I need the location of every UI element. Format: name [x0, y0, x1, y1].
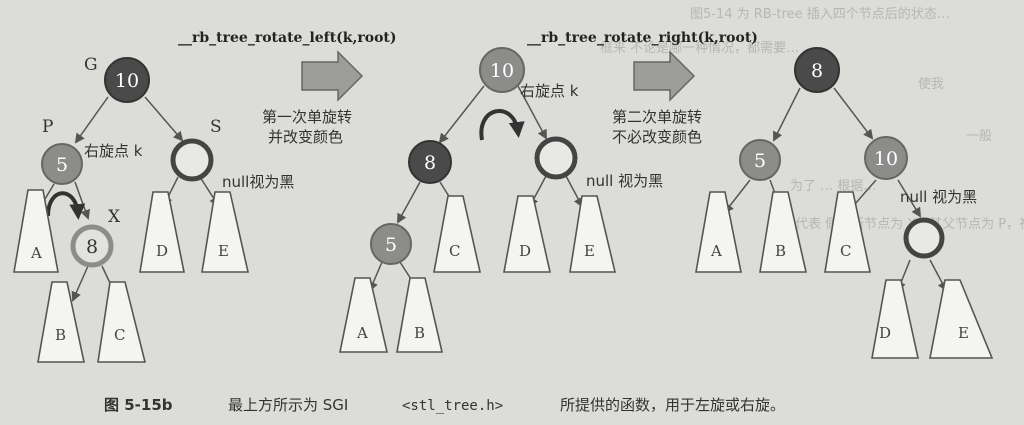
- subtree-c: [824, 191, 871, 273]
- function-rotate-right: __rb_tree_rotate_right(k,root): [527, 30, 758, 46]
- node-8-value: 8: [424, 152, 436, 174]
- diagram-2: A B C D E 10 8 5 右旋点 k null 视为黑: [339, 47, 663, 353]
- subtree-label: E: [218, 242, 229, 260]
- null-label: null 视为黑: [900, 188, 977, 206]
- node-null: [903, 217, 945, 259]
- subtree-d: [139, 191, 185, 273]
- subtree-label: E: [584, 242, 595, 260]
- subtree-label: E: [958, 324, 969, 342]
- subtree-label: C: [449, 242, 460, 260]
- subtree-label: A: [710, 242, 722, 260]
- node-g-value: 10: [115, 70, 139, 92]
- subtree-label: A: [356, 324, 368, 342]
- label-s: S: [210, 117, 222, 137]
- subtree-a: [695, 191, 742, 273]
- transition-arrow-icon: [633, 50, 696, 102]
- node-5-value: 5: [385, 234, 397, 256]
- node-10-value: 10: [874, 148, 898, 170]
- label-g: G: [84, 55, 98, 75]
- diagram-1: A B C D E 10 5 8 G P S X 右旋点 k null视为黑: [13, 55, 294, 363]
- figure-caption: 图 5-15b 最上方所示为 SGI <stl_tree.h> 所提供的函数，用…: [104, 396, 785, 414]
- step2-line2: 不必改变颜色: [612, 128, 702, 146]
- bg-text-line: 图5-14 为 RB-tree 插入四个节点后的状态…: [690, 6, 950, 22]
- step2-line1: 第二次单旋转: [612, 108, 702, 126]
- subtree-d: [871, 279, 919, 359]
- step1-line1: 第一次单旋转: [262, 108, 352, 126]
- label-p: P: [42, 117, 53, 137]
- bg-text-line: 一般: [966, 128, 992, 144]
- subtree-label: B: [414, 324, 425, 342]
- rotate-point-label: 右旋点 k: [520, 82, 579, 100]
- node-8-value: 8: [811, 60, 823, 82]
- subtree-label: C: [114, 326, 125, 344]
- step1-line2: 并改变颜色: [268, 128, 343, 146]
- transition-arrow-icon: [301, 50, 364, 102]
- caption-text: 所提供的函数，用于左旋或右旋。: [560, 396, 785, 414]
- caption-header-file: <stl_tree.h>: [402, 398, 503, 414]
- subtree-label: C: [840, 242, 851, 260]
- node-x-value: 8: [86, 236, 98, 258]
- node-null: [534, 136, 578, 180]
- subtree-label: D: [156, 242, 168, 260]
- node-s-null: [170, 138, 214, 182]
- rotate-point-label: 右旋点 k: [84, 142, 143, 160]
- rotation-arrow-icon: [479, 108, 525, 141]
- rotation-arrow-icon: [46, 191, 86, 220]
- caption-text: 最上方所示为 SGI: [228, 396, 348, 414]
- bg-text-line: 为了 … 根据…: [790, 179, 876, 194]
- subtree-label: D: [519, 242, 531, 260]
- subtree-e: [569, 195, 617, 273]
- null-label: null 视为黑: [586, 172, 663, 190]
- subtree-label: D: [879, 324, 891, 342]
- subtree-c: [97, 281, 147, 363]
- node-p-value: 5: [56, 154, 68, 176]
- subtree-b: [759, 191, 807, 273]
- subtree-d: [503, 195, 551, 273]
- subtree-e: [929, 279, 994, 359]
- rb-tree-rotation-figure: 图5-14 为 RB-tree 插入四个节点后的状态… 框来 不论是哪一种情况，…: [13, 6, 1024, 414]
- function-rotate-left: __rb_tree_rotate_left(k,root): [178, 30, 397, 46]
- subtree-label: B: [55, 326, 66, 344]
- null-label: null视为黑: [222, 173, 294, 191]
- diagram-3: A B C D E 8 5 10 null 视为黑: [695, 47, 994, 359]
- subtree-e: [201, 191, 249, 273]
- node-5-value: 5: [754, 150, 766, 172]
- label-x: X: [108, 207, 121, 227]
- subtree-label: A: [30, 244, 42, 262]
- subtree-c: [433, 195, 481, 273]
- bg-text-line: 使我: [918, 76, 944, 92]
- figure-label: 图 5-15b: [104, 396, 173, 414]
- node-10-value: 10: [490, 60, 514, 82]
- subtree-label: B: [775, 242, 786, 260]
- subtree-b: [37, 281, 85, 363]
